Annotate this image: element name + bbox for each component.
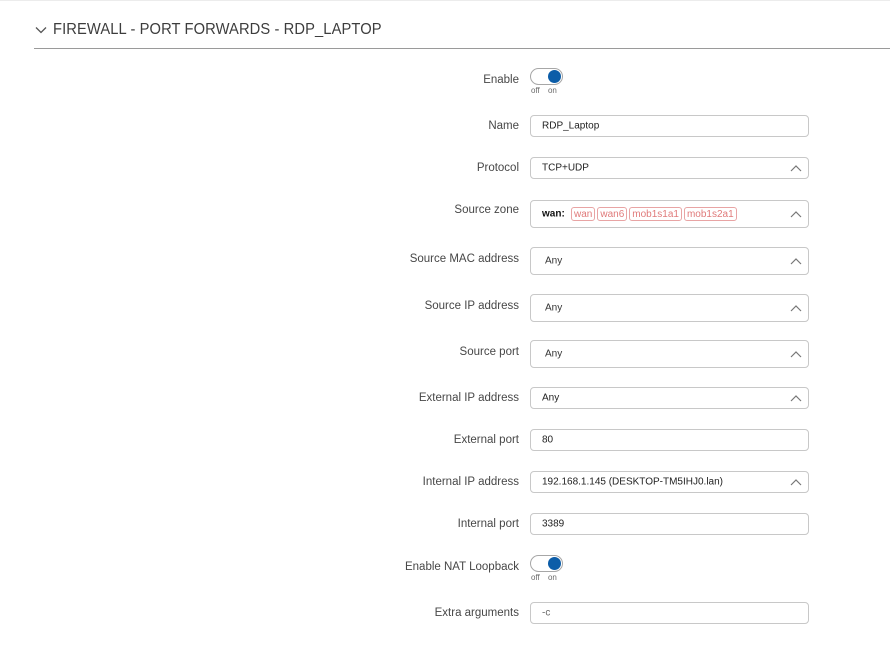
chevron-up-icon	[790, 305, 802, 312]
top-divider	[0, 0, 890, 1]
source-zone-label: Source zone	[454, 204, 519, 216]
source-ip-select[interactable]: Any	[530, 294, 809, 322]
page: FIREWALL - PORT FORWARDS - RDP_LAPTOP En…	[0, 0, 890, 647]
source-zone-select[interactable]: wan: wan wan6 mob1s1a1 mob1s2a1	[530, 200, 809, 228]
extra-arguments-input[interactable]: -c	[530, 602, 809, 624]
chevron-up-icon	[790, 395, 802, 402]
source-mac-label: Source MAC address	[409, 253, 519, 265]
external-port-input[interactable]: 80	[530, 429, 809, 451]
protocol-select[interactable]: TCP+UDP	[530, 157, 809, 179]
enable-toggle[interactable]	[530, 68, 563, 85]
protocol-label: Protocol	[476, 162, 519, 174]
internal-ip-value: 192.168.1.145 (DESKTOP-TM5IHJ0.lan)	[542, 476, 724, 488]
source-port-select[interactable]: Any	[530, 340, 809, 368]
zone-tag[interactable]: mob1s1a1	[629, 207, 682, 221]
name-label: Name	[488, 120, 519, 132]
internal-ip-label: Internal IP address	[422, 476, 519, 488]
zone-tag[interactable]: wan	[571, 207, 596, 221]
nat-loopback-toggle-caption: off on	[531, 573, 557, 582]
enable-label: Enable	[483, 74, 519, 86]
source-ip-label: Source IP address	[424, 300, 519, 312]
name-value: RDP_Laptop	[542, 120, 600, 132]
enable-toggle-caption: off on	[531, 86, 557, 95]
section-header[interactable]: FIREWALL - PORT FORWARDS - RDP_LAPTOP	[34, 18, 890, 49]
name-input[interactable]: RDP_Laptop	[530, 115, 809, 137]
external-ip-label: External IP address	[418, 392, 519, 404]
internal-ip-select[interactable]: 192.168.1.145 (DESKTOP-TM5IHJ0.lan)	[530, 471, 809, 493]
internal-port-value: 3389	[542, 518, 565, 530]
protocol-value: TCP+UDP	[542, 162, 589, 174]
toggle-off-label: off	[531, 86, 540, 95]
zone-tag[interactable]: wan6	[597, 207, 628, 221]
zone-tag[interactable]: mob1s2a1	[683, 207, 737, 221]
toggle-knob	[548, 70, 561, 83]
source-ip-value: Any	[545, 302, 563, 314]
toggle-on-label: on	[547, 86, 557, 95]
toggle-off-label: off	[531, 573, 540, 582]
toggle-on-label: on	[547, 573, 557, 582]
chevron-up-icon	[790, 258, 802, 265]
source-mac-value: Any	[545, 255, 563, 267]
section-title: FIREWALL - PORT FORWARDS - RDP_LAPTOP	[53, 21, 382, 38]
chevron-up-icon	[790, 479, 802, 486]
extra-arguments-value: -c	[542, 607, 551, 619]
zone-prefix: wan:	[542, 208, 565, 220]
zone-tag-list: wan wan6 mob1s1a1 mob1s2a1	[571, 207, 737, 221]
source-port-label: Source port	[459, 346, 519, 358]
external-ip-value: Any	[542, 392, 560, 404]
toggle-knob	[548, 557, 561, 570]
source-mac-select[interactable]: Any	[530, 247, 809, 275]
external-port-label: External port	[453, 434, 519, 446]
external-ip-select[interactable]: Any	[530, 387, 809, 409]
chevron-up-icon	[790, 211, 802, 218]
nat-loopback-toggle[interactable]	[530, 555, 563, 572]
source-port-value: Any	[545, 348, 563, 360]
external-port-value: 80	[542, 434, 554, 446]
internal-port-input[interactable]: 3389	[530, 513, 809, 535]
internal-port-label: Internal port	[457, 518, 519, 530]
chevron-up-icon	[790, 165, 802, 172]
chevron-up-icon	[790, 351, 802, 358]
chevron-down-icon[interactable]	[34, 23, 48, 37]
nat-loopback-label: Enable NAT Loopback	[404, 561, 519, 573]
extra-arguments-label: Extra arguments	[434, 607, 519, 619]
